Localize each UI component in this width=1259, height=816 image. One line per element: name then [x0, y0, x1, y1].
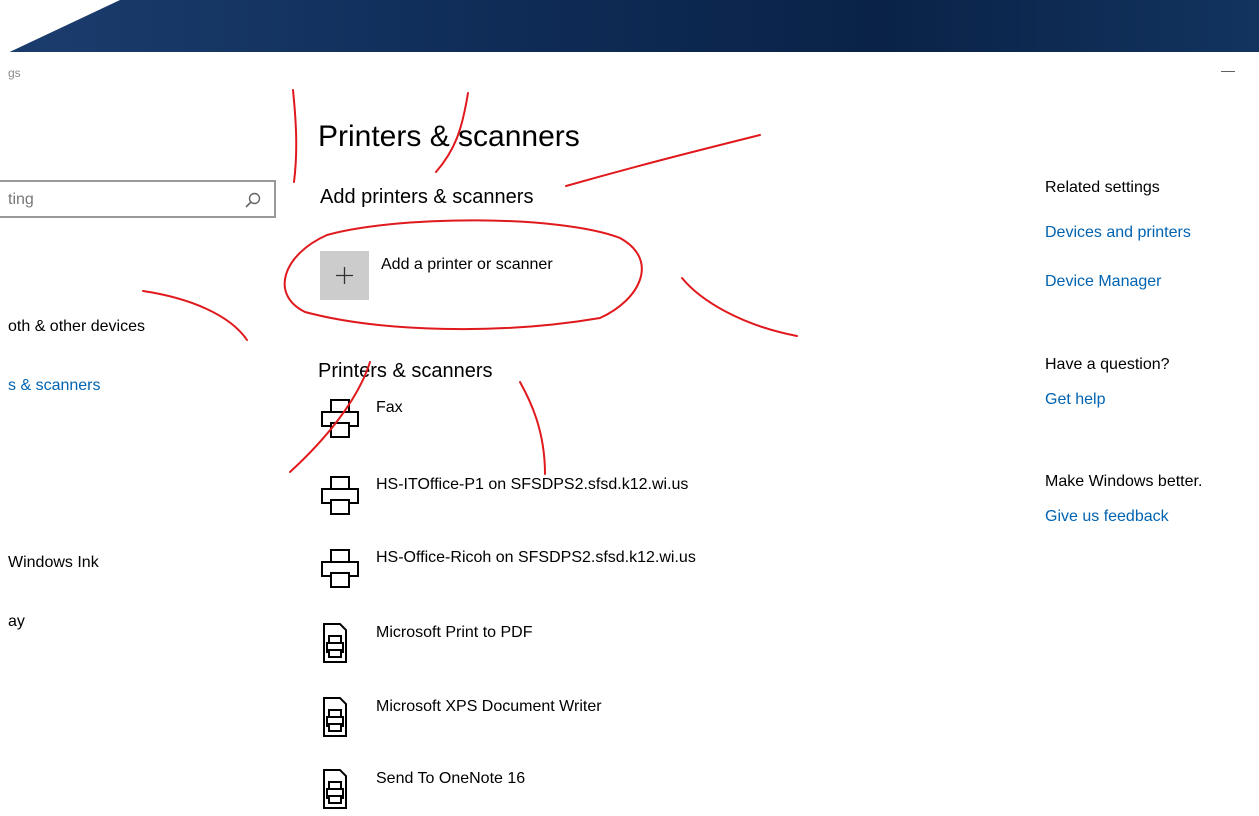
sidebar-item-printers-scanners[interactable]: s & scanners — [8, 377, 100, 395]
printer-icon — [321, 476, 359, 515]
printer-item-fax[interactable]: Fax — [318, 395, 918, 445]
printer-item-send-to-onenote[interactable]: Send To OneNote 16 — [318, 766, 918, 816]
search-icon[interactable] — [244, 191, 262, 209]
document-printer-icon — [323, 623, 347, 663]
printer-name: HS-ITOffice-P1 on SFSDPS2.sfsd.k12.wi.us — [376, 476, 689, 493]
printer-name: Send To OneNote 16 — [376, 770, 526, 787]
printers-list-heading: Printers & scanners — [318, 360, 493, 382]
give-feedback-link[interactable]: Give us feedback — [1045, 508, 1169, 526]
printer-item-microsoft-xps-writer[interactable]: Microsoft XPS Document Writer — [318, 694, 918, 744]
desktop-banner — [0, 0, 1259, 52]
question-heading: Have a question? — [1045, 356, 1170, 373]
annotation-stroke — [565, 134, 761, 187]
get-help-link[interactable]: Get help — [1045, 391, 1105, 409]
minimize-button[interactable]: — — [1221, 62, 1235, 78]
printer-item-microsoft-print-to-pdf[interactable]: Microsoft Print to PDF — [318, 620, 918, 670]
printer-icon — [321, 549, 359, 588]
printer-item-hs-office-ricoh[interactable]: HS-Office-Ricoh on SFSDPS2.sfsd.k12.wi.u… — [318, 545, 918, 595]
printer-name: Fax — [376, 399, 403, 416]
make-windows-better-heading: Make Windows better. — [1045, 473, 1203, 490]
search-input[interactable]: ting — [0, 180, 276, 218]
printer-icon — [321, 399, 359, 438]
search-input-value: ting — [8, 191, 34, 208]
add-section-heading: Add printers & scanners — [320, 186, 534, 208]
printer-name: Microsoft XPS Document Writer — [376, 698, 602, 715]
sidebar-item-pen-windows-ink[interactable]: Windows Ink — [8, 554, 99, 572]
device-manager-link[interactable]: Device Manager — [1045, 273, 1162, 291]
annotation-stroke — [292, 89, 298, 183]
printer-item-hs-itoffice-p1[interactable]: HS-ITOffice-P1 on SFSDPS2.sfsd.k12.wi.us — [318, 472, 918, 522]
printer-name: HS-Office-Ricoh on SFSDPS2.sfsd.k12.wi.u… — [376, 549, 696, 566]
sidebar-item-autoplay[interactable]: ay — [8, 613, 25, 631]
sidebar-item-bluetooth[interactable]: oth & other devices — [8, 318, 145, 336]
document-printer-icon — [323, 769, 347, 809]
add-printer-button[interactable] — [320, 251, 369, 300]
printer-name: Microsoft Print to PDF — [376, 624, 533, 641]
page-title: Printers & scanners — [318, 120, 580, 153]
plus-icon — [336, 267, 353, 284]
window-title: gs — [8, 66, 21, 80]
annotation-stroke — [681, 277, 798, 337]
devices-and-printers-link[interactable]: Devices and printers — [1045, 224, 1191, 242]
add-printer-label[interactable]: Add a printer or scanner — [381, 256, 553, 274]
document-printer-icon — [323, 697, 347, 737]
annotation-stroke — [142, 290, 248, 341]
related-settings-heading: Related settings — [1045, 179, 1160, 196]
